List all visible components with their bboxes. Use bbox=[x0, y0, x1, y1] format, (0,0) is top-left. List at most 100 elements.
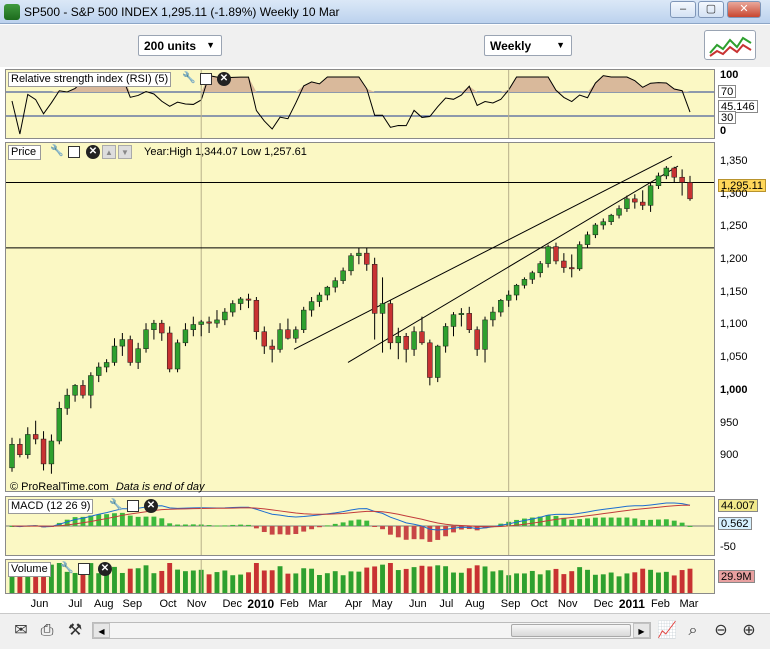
scroll-left-button[interactable]: ◀ bbox=[93, 623, 110, 638]
bottom-bar: ✉ ⎙ ⚒ ◀ ▶ 📈 ⌕ ⊖ ⊕ bbox=[0, 613, 770, 649]
volume-bar bbox=[458, 572, 464, 593]
macd-hist-bar bbox=[411, 526, 417, 540]
close-panel-icon[interactable]: ✕ bbox=[144, 499, 158, 513]
candle-body bbox=[505, 294, 512, 301]
candle-body bbox=[584, 234, 591, 245]
close-panel-icon[interactable]: ✕ bbox=[86, 145, 100, 159]
volume-bar bbox=[269, 570, 275, 593]
candle-body bbox=[403, 336, 409, 350]
volume-bar bbox=[679, 570, 685, 593]
macd-hist-bar bbox=[687, 525, 693, 527]
printer-icon[interactable]: ⎙ bbox=[36, 620, 58, 642]
price-axis-tick: 1,200 bbox=[720, 253, 748, 265]
volume-bar bbox=[175, 569, 181, 593]
zoom-fit-icon[interactable]: ⌕ bbox=[682, 620, 704, 642]
volume-bar bbox=[332, 571, 338, 593]
move-up-icon[interactable]: ▲ bbox=[102, 145, 116, 159]
price-axis-tick: 1,050 bbox=[720, 351, 748, 364]
price-panel[interactable]: Price 🔧 ✕ ▲ ▼ Year:High 1,344.07 Low 1,2… bbox=[5, 142, 715, 493]
candle-body bbox=[379, 303, 386, 314]
volume-bar bbox=[395, 570, 401, 593]
macd-hist-bar bbox=[624, 517, 630, 526]
volume-bar bbox=[403, 568, 409, 593]
volume-bar bbox=[317, 575, 322, 593]
units-dropdown[interactable]: 200 units ▼ bbox=[138, 35, 222, 56]
candle-body bbox=[561, 260, 567, 268]
volume-bar bbox=[380, 564, 385, 593]
x-axis-label: Feb bbox=[650, 598, 670, 610]
macd-hist-bar bbox=[395, 526, 401, 538]
candle-body bbox=[230, 303, 236, 313]
move-down-icon[interactable]: ▼ bbox=[118, 145, 132, 159]
x-axis-label: Nov bbox=[186, 598, 207, 610]
volume-bar bbox=[246, 572, 251, 593]
candle-body bbox=[159, 322, 165, 334]
maximize-panel-icon[interactable] bbox=[200, 73, 212, 85]
wrench-icon[interactable]: 🔧 bbox=[50, 145, 64, 159]
indicator-gallery-button[interactable] bbox=[704, 30, 756, 60]
volume-bar bbox=[135, 568, 141, 593]
price-axis-tick: 1,300 bbox=[720, 187, 748, 200]
maximize-panel-icon[interactable] bbox=[68, 146, 80, 158]
restore-button[interactable]: ▢ bbox=[698, 1, 724, 18]
close-panel-icon[interactable]: ✕ bbox=[98, 562, 112, 576]
wrench-icon[interactable]: 🔧 bbox=[109, 499, 123, 513]
wrench-icon[interactable]: 🔧 bbox=[60, 562, 74, 576]
volume-panel[interactable]: Volume 🔧 ✕ bbox=[5, 559, 715, 594]
volume-chart bbox=[9, 560, 693, 593]
volume-bar bbox=[151, 573, 157, 593]
volume-bar bbox=[372, 566, 378, 593]
candle-body bbox=[411, 331, 417, 350]
macd-hist-bar bbox=[104, 514, 110, 526]
macd-panel[interactable]: MACD (12 26 9) 🔧 ✕ bbox=[5, 496, 715, 556]
candle-body bbox=[269, 345, 275, 350]
maximize-panel-icon[interactable] bbox=[127, 500, 139, 512]
maximize-panel-icon[interactable] bbox=[78, 563, 90, 575]
volume-bar bbox=[545, 570, 551, 593]
candle-body bbox=[72, 385, 78, 396]
volume-bar bbox=[443, 566, 449, 593]
macd-label: MACD (12 26 9) bbox=[8, 499, 94, 514]
price-axis-tick: 900 bbox=[720, 449, 739, 462]
price-chart bbox=[6, 143, 714, 491]
x-axis-label: Sep bbox=[122, 598, 143, 610]
wrench-icon[interactable]: 🔧 bbox=[182, 72, 196, 86]
close-panel-icon[interactable]: ✕ bbox=[217, 72, 231, 86]
zoom-in-icon[interactable]: ⊕ bbox=[738, 620, 760, 642]
candle-body bbox=[569, 267, 575, 270]
candle-body bbox=[182, 329, 189, 344]
volume-bar bbox=[435, 565, 441, 593]
close-button[interactable]: ✕ bbox=[727, 1, 761, 18]
scroll-thumb[interactable] bbox=[511, 624, 631, 637]
candle-body bbox=[592, 224, 599, 236]
chevron-down-icon: ▼ bbox=[206, 40, 215, 50]
candle-body bbox=[553, 246, 559, 262]
horizontal-scrollbar[interactable]: ◀ ▶ bbox=[92, 622, 651, 639]
candle-body bbox=[80, 385, 86, 396]
macd-hist-bar bbox=[340, 522, 346, 526]
macd-hist-bar bbox=[608, 517, 614, 526]
chart-add-icon[interactable]: 📈 bbox=[656, 620, 678, 642]
candle-body bbox=[56, 408, 62, 442]
candle-body bbox=[687, 182, 693, 200]
price-axis-tick: 950 bbox=[720, 416, 739, 429]
macd-hist-bar bbox=[419, 526, 425, 540]
envelope-icon[interactable]: ✉ bbox=[10, 620, 32, 642]
macd-hist-bar bbox=[663, 519, 669, 526]
macd-hist-bar bbox=[356, 519, 362, 526]
volume-bar bbox=[206, 574, 212, 593]
tools-icon[interactable]: ⚒ bbox=[64, 620, 86, 642]
candle-body bbox=[88, 375, 94, 396]
candle-body bbox=[371, 264, 378, 314]
macd-hist-bar bbox=[592, 517, 598, 526]
volume-bar bbox=[238, 574, 244, 593]
x-axis-label: Aug bbox=[465, 598, 485, 610]
rsi-panel[interactable]: Relative strength index (RSI) (5) 🔧 ✕ bbox=[5, 69, 715, 139]
minimize-button[interactable]: – bbox=[670, 1, 696, 18]
period-dropdown[interactable]: Weekly ▼ bbox=[484, 35, 572, 56]
volume-bar bbox=[214, 572, 220, 593]
macd-hist-bar bbox=[112, 513, 117, 526]
scroll-right-button[interactable]: ▶ bbox=[633, 623, 650, 638]
zoom-out-icon[interactable]: ⊖ bbox=[710, 620, 732, 642]
volume-bar bbox=[104, 573, 110, 593]
